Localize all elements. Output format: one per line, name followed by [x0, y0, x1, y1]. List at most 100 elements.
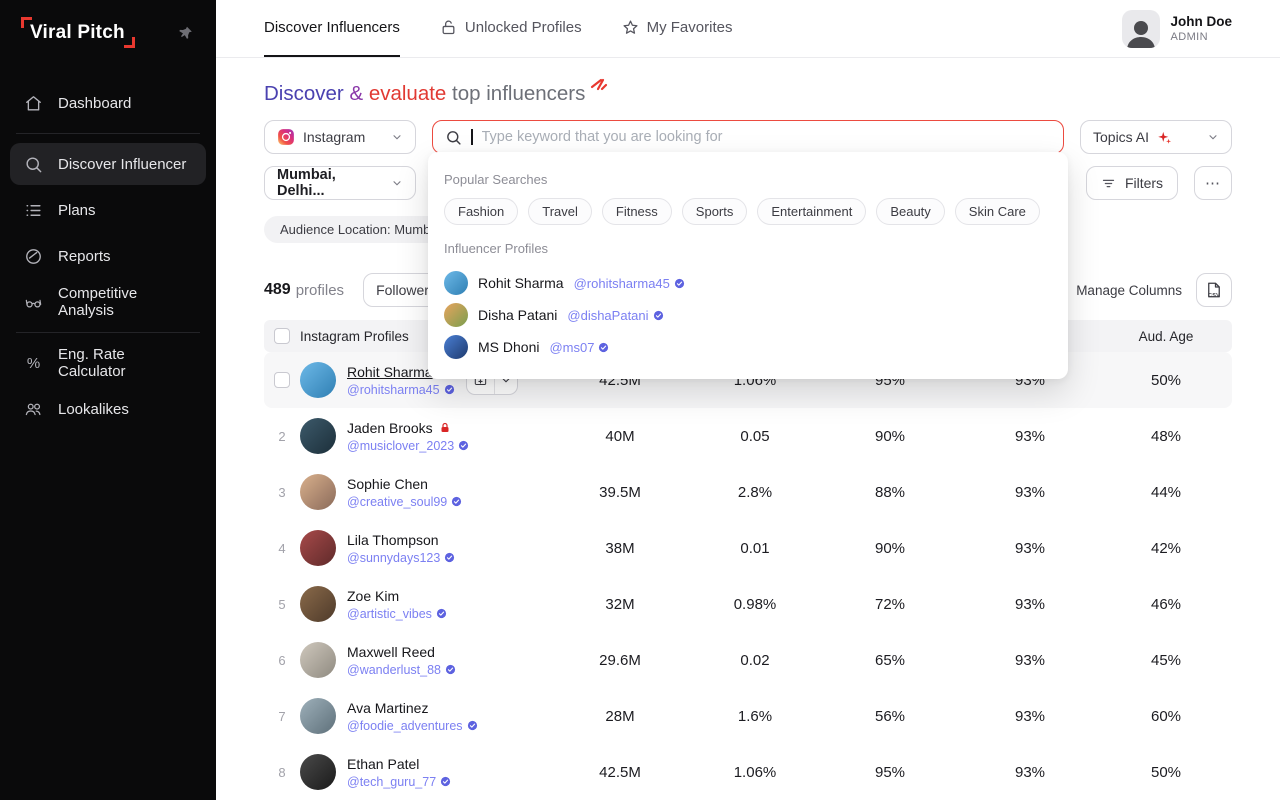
- table-row[interactable]: 4Lila Thompson@sunnydays12338M0.0190%93%…: [264, 520, 1232, 576]
- metric-cell: 48%: [1100, 428, 1232, 445]
- row-index-cell: 3: [264, 485, 300, 500]
- tab-discover-influencers[interactable]: Discover Influencers: [264, 0, 400, 57]
- export-csv-button[interactable]: CSV: [1196, 273, 1232, 307]
- sidebar-item-plans[interactable]: Plans: [10, 189, 206, 231]
- locked-icon: [439, 422, 451, 434]
- chevron-down-icon: [391, 131, 403, 143]
- list-icon: [24, 201, 43, 220]
- row-checkbox[interactable]: [274, 372, 290, 388]
- profile-name-link[interactable]: Ava Martinez: [347, 700, 478, 716]
- user-menu[interactable]: John Doe ADMIN: [1122, 10, 1232, 48]
- select-all-checkbox[interactable]: [274, 328, 290, 344]
- table-row[interactable]: 5Zoe Kim@artistic_vibes32M0.98%72%93%46%: [264, 576, 1232, 632]
- results-count-suffix: profiles: [296, 282, 344, 299]
- row-index-cell: 6: [264, 653, 300, 668]
- search-input[interactable]: [482, 129, 1052, 145]
- platform-select[interactable]: Instagram: [264, 120, 416, 154]
- profile-name-link[interactable]: Sophie Chen: [347, 476, 462, 492]
- sidebar-item-dashboard[interactable]: Dashboard: [10, 82, 206, 124]
- sidebar: Viral Pitch DashboardDiscover Influencer…: [0, 0, 216, 800]
- table-tools: Manage Columns CSV: [1052, 273, 1232, 307]
- popular-search-chip[interactable]: Skin Care: [955, 198, 1040, 225]
- profile-avatar: [444, 271, 468, 295]
- ellipsis-icon: ⋯: [1205, 174, 1221, 192]
- table-row[interactable]: 7Ava Martinez@foodie_adventures28M1.6%56…: [264, 688, 1232, 744]
- profile-cell: Maxwell Reed@wanderlust_88: [300, 642, 550, 678]
- popular-search-chip[interactable]: Entertainment: [757, 198, 866, 225]
- metric-cell: 93%: [960, 764, 1100, 781]
- metric-cell: 46%: [1100, 596, 1232, 613]
- metric-cell: 45%: [1100, 652, 1232, 669]
- metric-cell: 29.6M: [550, 652, 690, 669]
- profile-handle: @artistic_vibes: [347, 607, 447, 621]
- pin-icon[interactable]: [178, 25, 194, 41]
- tab-label: Discover Influencers: [264, 19, 400, 36]
- metric-cell: 39.5M: [550, 484, 690, 501]
- metric-cell: 0.98%: [690, 596, 820, 613]
- manage-columns-button[interactable]: Manage Columns: [1052, 282, 1182, 298]
- metric-cell: 40M: [550, 428, 690, 445]
- row-index-cell: [264, 372, 300, 388]
- profile-cell: Ethan Patel @tech_guru_77: [300, 754, 550, 790]
- verified-badge-icon: [444, 384, 455, 395]
- popular-search-chip[interactable]: Beauty: [876, 198, 944, 225]
- metric-cell: 93%: [960, 596, 1100, 613]
- verified-badge-icon: [467, 720, 478, 731]
- verified-badge-icon: [451, 496, 462, 507]
- popular-search-chip[interactable]: Travel: [528, 198, 592, 225]
- location-select[interactable]: Mumbai, Delhi...: [264, 166, 416, 200]
- profile-handle: @creative_soul99: [347, 495, 462, 509]
- sidebar-item-discover-influencer[interactable]: Discover Influencer: [10, 143, 206, 185]
- sidebar-item-competitive-analysis[interactable]: Competitive Analysis: [10, 281, 206, 323]
- profile-name-link[interactable]: Maxwell Reed: [347, 644, 456, 660]
- sparkle-doodle-icon: [589, 74, 609, 92]
- profile-name-link[interactable]: Lila Thompson: [347, 532, 455, 548]
- filter-icon: [1101, 176, 1116, 191]
- profile-name-link[interactable]: Jaden Brooks: [347, 420, 469, 436]
- tab-unlocked-profiles[interactable]: Unlocked Profiles: [440, 0, 582, 57]
- sidebar-item-label: Competitive Analysis: [58, 285, 192, 319]
- profile-cell: Lila Thompson@sunnydays123: [300, 530, 550, 566]
- popular-search-chip[interactable]: Fitness: [602, 198, 672, 225]
- table-row[interactable]: 2Jaden Brooks@musiclover_202340M0.0590%9…: [264, 408, 1232, 464]
- user-role: ADMIN: [1170, 31, 1232, 43]
- topics-ai-select[interactable]: Topics AI: [1080, 120, 1232, 154]
- tab-bar: Discover Influencers Unlocked Profiles M…: [264, 0, 732, 57]
- tab-my-favorites[interactable]: My Favorites: [622, 0, 733, 57]
- more-options-button[interactable]: ⋯: [1194, 166, 1232, 200]
- sidebar-item-eng-rate-calculator[interactable]: %Eng. Rate Calculator: [10, 342, 206, 384]
- instagram-icon: [277, 128, 295, 146]
- suggested-profile-item[interactable]: Disha Patani@dishaPatani: [444, 299, 1052, 331]
- profile-avatar: [300, 754, 336, 790]
- table-row[interactable]: 6Maxwell Reed@wanderlust_8829.6M0.0265%9…: [264, 632, 1232, 688]
- metric-cell: 60%: [1100, 708, 1232, 725]
- profile-avatar: [300, 418, 336, 454]
- suggested-profile-item[interactable]: MS Dhoni@ms07: [444, 331, 1052, 363]
- top-navigation: Discover Influencers Unlocked Profiles M…: [216, 0, 1280, 58]
- table-row[interactable]: 8Ethan Patel@tech_guru_7742.5M1.06%95%93…: [264, 744, 1232, 800]
- profile-info: Zoe Kim @artistic_vibes: [347, 588, 447, 621]
- percent-icon: %: [24, 354, 43, 373]
- tab-label: My Favorites: [647, 19, 733, 36]
- profile-handle: @tech_guru_77: [347, 775, 451, 789]
- table-row[interactable]: 3Sophie Chen@creative_soul9939.5M2.8%88%…: [264, 464, 1232, 520]
- sidebar-item-label: Plans: [58, 202, 96, 219]
- filters-button[interactable]: Filters: [1086, 166, 1178, 200]
- metric-cell: 0.02: [690, 652, 820, 669]
- profile-info: Jaden Brooks@musiclover_2023: [347, 420, 469, 453]
- search-icon: [24, 155, 43, 174]
- sidebar-item-lookalikes[interactable]: Lookalikes: [10, 388, 206, 430]
- row-index-cell: 4: [264, 541, 300, 556]
- suggested-profile-item[interactable]: Rohit Sharma@rohitsharma45: [444, 267, 1052, 299]
- user-name: John Doe: [1170, 14, 1232, 29]
- sidebar-item-reports[interactable]: Reports: [10, 235, 206, 277]
- profile-name-link[interactable]: Ethan Patel: [347, 756, 451, 772]
- profile-name-link[interactable]: Zoe Kim: [347, 588, 447, 604]
- popular-search-chip[interactable]: Sports: [682, 198, 748, 225]
- metric-cell: 44%: [1100, 484, 1232, 501]
- popular-search-chip[interactable]: Fashion: [444, 198, 518, 225]
- main: Discover Influencers Unlocked Profiles M…: [216, 0, 1280, 800]
- profile-avatar: [300, 642, 336, 678]
- popular-search-chips: Fashion Travel Fitness Sports Entertainment B…: [444, 198, 1052, 225]
- keyword-search[interactable]: [432, 120, 1064, 154]
